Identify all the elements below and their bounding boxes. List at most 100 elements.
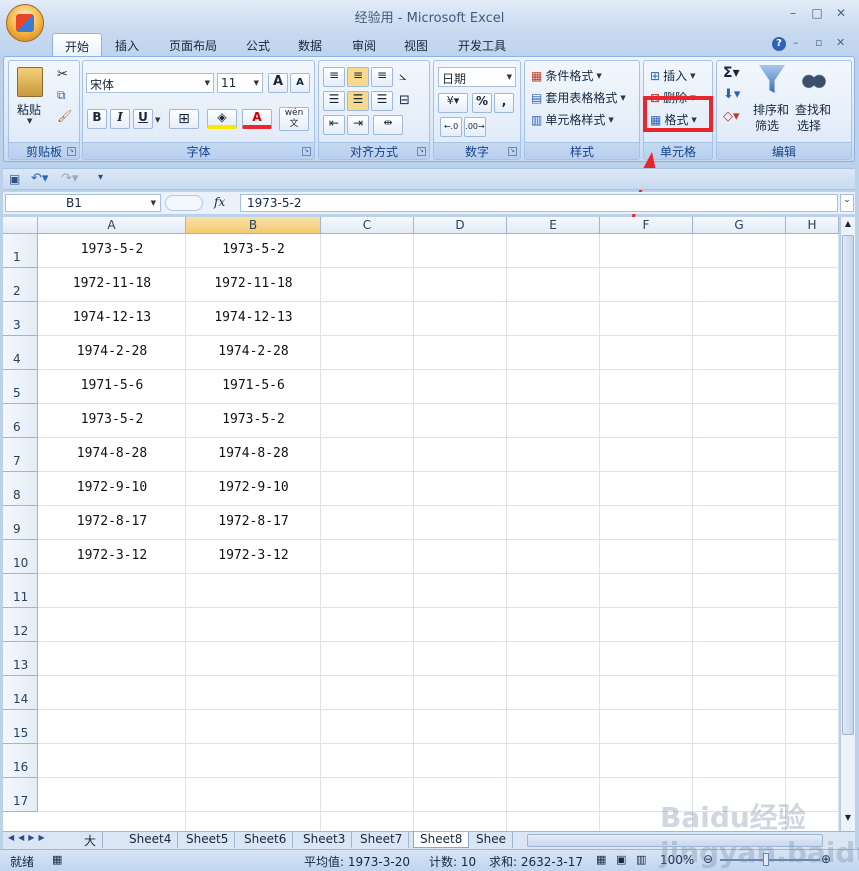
row-header[interactable]: 4 — [3, 336, 38, 370]
cell[interactable]: 1973-5-2 — [186, 242, 321, 257]
scroll-up-icon[interactable]: ▲ — [842, 219, 854, 231]
cell[interactable]: 1972-3-12 — [38, 548, 186, 563]
currency-icon[interactable]: ¥▾ — [438, 93, 468, 113]
font-name-combo[interactable]: 宋体 ▼ — [86, 73, 214, 93]
increase-decimal-icon[interactable]: ←.0 — [440, 117, 462, 137]
align-right-icon[interactable]: ☰ — [371, 91, 393, 111]
minimize-button[interactable]: – — [783, 6, 803, 22]
insert-cells-button[interactable]: ⊞ 插入 ▼ — [650, 67, 695, 84]
scroll-thumb[interactable] — [842, 235, 854, 735]
cell[interactable]: 1974-8-28 — [186, 446, 321, 461]
decrease-decimal-icon[interactable]: .00→ — [464, 117, 486, 137]
conditional-format-button[interactable]: ▦ 条件格式 ▼ — [531, 67, 602, 84]
row-header[interactable]: 11 — [3, 574, 38, 608]
number-format-dropdown-icon[interactable]: ▼ — [507, 73, 512, 81]
cell[interactable]: 1972-9-10 — [38, 480, 186, 495]
row-header[interactable]: 16 — [3, 744, 38, 778]
grow-font-button[interactable]: A — [268, 73, 288, 93]
formula-input[interactable]: 1973-5-2 — [240, 194, 838, 212]
page-layout-view-icon[interactable]: ▣ — [616, 853, 626, 866]
column-header[interactable]: H — [786, 217, 839, 234]
cell[interactable]: 1971-5-6 — [186, 378, 321, 393]
row-header[interactable]: 3 — [3, 302, 38, 336]
tab-page-layout[interactable]: 页面布局 — [157, 33, 229, 57]
cell[interactable]: 1972-11-18 — [38, 276, 186, 291]
customize-qat-icon[interactable]: ▾ — [98, 172, 103, 183]
paste-dropdown-icon[interactable]: ▼ — [27, 117, 32, 125]
row-header[interactable]: 1 — [3, 234, 38, 268]
vertical-scrollbar[interactable]: ▲ ▼ — [840, 217, 855, 831]
sheet-tab[interactable]: Sheet4 — [123, 832, 179, 848]
restore-button[interactable]: □ — [807, 6, 827, 22]
expand-formula-icon[interactable]: ⌄ — [840, 194, 854, 212]
sheet-tab[interactable]: Sheet8 — [413, 832, 470, 848]
font-launcher-icon[interactable]: ↘ — [302, 147, 311, 156]
align-top-icon[interactable]: ≡ — [323, 67, 345, 87]
copy-icon[interactable]: ⧉ — [57, 88, 66, 103]
row-header[interactable]: 8 — [3, 472, 38, 506]
sheet-tab[interactable]: Sheet6 — [238, 832, 294, 848]
name-box-dropdown-icon[interactable]: ▼ — [151, 199, 156, 207]
align-middle-icon[interactable]: ≡ — [347, 67, 369, 87]
bold-button[interactable]: B — [87, 109, 107, 129]
column-header[interactable]: F — [600, 217, 693, 234]
name-box[interactable]: B1 ▼ — [5, 194, 161, 212]
font-size-combo[interactable]: 11 ▼ — [217, 73, 263, 93]
sheet-tab[interactable]: Shee — [470, 832, 513, 848]
increase-indent-icon[interactable]: ⇥ — [347, 115, 369, 135]
sheet-tab[interactable]: Sheet3 — [297, 832, 353, 848]
align-center-icon[interactable]: ☰ — [347, 91, 369, 111]
cell[interactable]: 1974-2-28 — [186, 344, 321, 359]
row-header[interactable]: 5 — [3, 370, 38, 404]
row-header[interactable]: 14 — [3, 676, 38, 710]
row-header[interactable]: 7 — [3, 438, 38, 472]
italic-button[interactable]: I — [110, 109, 130, 129]
cell[interactable]: 1972-3-12 — [186, 548, 321, 563]
sheet-tab[interactable]: Sheet7 — [354, 832, 410, 848]
cell[interactable]: 1973-5-2 — [186, 412, 321, 427]
clipboard-launcher-icon[interactable]: ↘ — [67, 147, 76, 156]
tab-formulas[interactable]: 公式 — [234, 33, 282, 57]
cell[interactable]: 1971-5-6 — [38, 378, 186, 393]
cell[interactable]: 1973-5-2 — [38, 412, 186, 427]
cell[interactable]: 1972-8-17 — [38, 514, 186, 529]
align-bottom-icon[interactable]: ≡ — [371, 67, 393, 87]
sort-filter-label-2[interactable]: 筛选 — [755, 117, 779, 134]
fill-color-button[interactable]: ◈ — [207, 109, 237, 129]
close-button[interactable]: ✕ — [831, 6, 851, 22]
phonetic-button[interactable]: wén 文 — [279, 107, 309, 131]
underline-button[interactable]: U — [133, 109, 153, 129]
sheet-tab[interactable]: Sheet5 — [180, 832, 236, 848]
ribbon-minimize-icon[interactable]: – — [793, 36, 799, 49]
cell[interactable]: 1972-8-17 — [186, 514, 321, 529]
row-header[interactable]: 9 — [3, 506, 38, 540]
office-button[interactable] — [6, 4, 44, 42]
format-painter-icon[interactable]: 🖌 — [57, 109, 72, 123]
row-header[interactable]: 13 — [3, 642, 38, 676]
find-select-label[interactable]: 查找和 — [795, 101, 831, 118]
column-header[interactable]: D — [414, 217, 507, 234]
row-header[interactable]: 17 — [3, 778, 38, 812]
normal-view-icon[interactable]: ▦ — [596, 853, 606, 866]
row-header[interactable]: 10 — [3, 540, 38, 574]
tab-insert[interactable]: 插入 — [103, 33, 151, 57]
cell[interactable]: 1972-9-10 — [186, 480, 321, 495]
font-color-button[interactable]: A — [242, 109, 272, 129]
cell-styles-button[interactable]: ▥ 单元格样式 ▼ — [531, 111, 614, 128]
tab-home[interactable]: 开始 — [52, 33, 103, 57]
cell[interactable]: 1972-11-18 — [186, 276, 321, 291]
number-launcher-icon[interactable]: ↘ — [508, 147, 517, 156]
row-header[interactable]: 2 — [3, 268, 38, 302]
column-header[interactable]: B — [186, 217, 321, 234]
undo-icon[interactable]: ↶▾ — [31, 171, 48, 186]
number-format-combo[interactable]: 日期 ▼ — [438, 67, 516, 87]
column-header[interactable]: G — [693, 217, 786, 234]
alignment-launcher-icon[interactable]: ↘ — [417, 147, 426, 156]
sheet-nav-icon[interactable]: ◀◀▶▶ — [8, 833, 49, 842]
cut-icon[interactable]: ✂ — [57, 67, 68, 82]
clear-icon[interactable]: ◇▾ — [723, 109, 740, 124]
find-select-label-2[interactable]: 选择 — [797, 117, 821, 134]
redo-icon[interactable]: ↷▾ — [61, 171, 78, 186]
sort-filter-icon[interactable] — [759, 65, 785, 93]
percent-button[interactable]: % — [472, 93, 492, 113]
